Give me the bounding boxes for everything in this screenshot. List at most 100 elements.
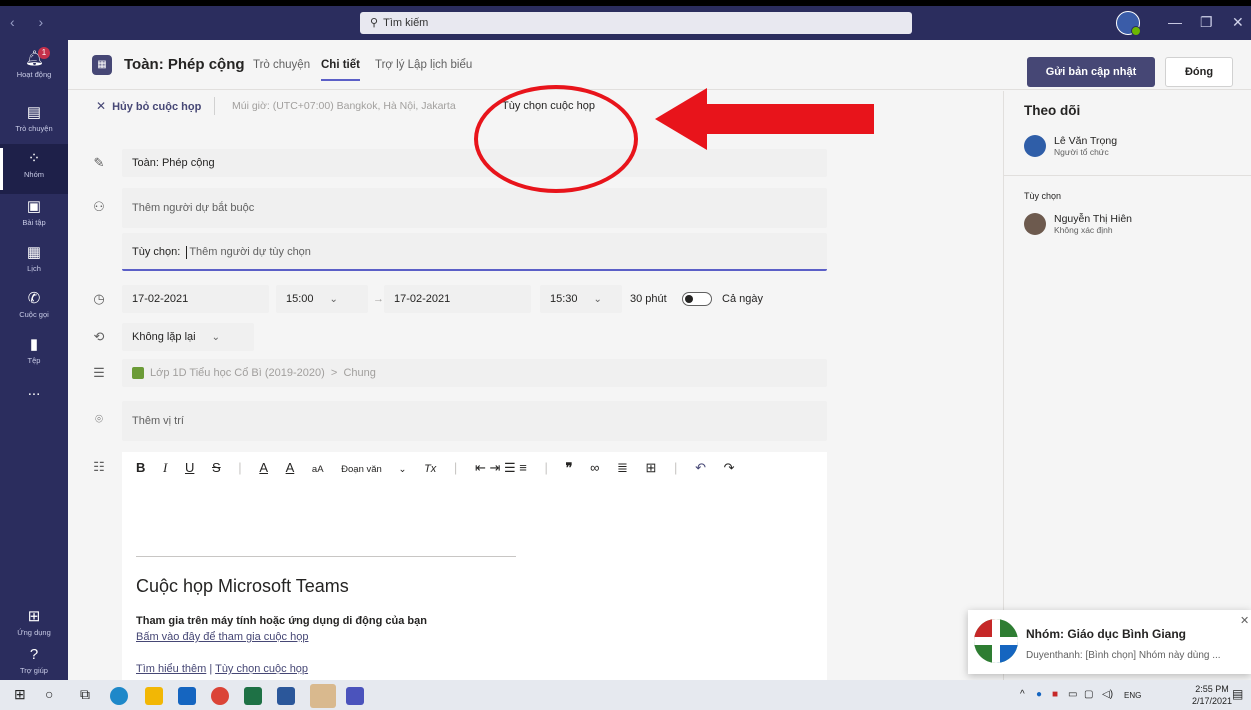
end-time-select[interactable]: 15:30 ⌄ <box>540 285 622 313</box>
word-icon[interactable] <box>277 687 295 705</box>
learn-more-link[interactable]: Tìm hiểu thêm <box>136 663 206 675</box>
text-cursor <box>186 245 188 259</box>
highlight-arrow-shaft <box>704 104 874 134</box>
activity-badge: 1 <box>38 47 50 59</box>
rail-label: Tệp <box>27 356 41 365</box>
end-time-value: 15:30 <box>550 293 578 305</box>
search-box[interactable]: ⚲ Tìm kiếm <box>360 12 912 34</box>
team-icon <box>132 367 144 380</box>
close-icon[interactable]: ✕ <box>1232 14 1244 31</box>
rail-item-calendar[interactable]: ▦ Lịch <box>0 238 68 288</box>
rail-item-chat[interactable]: ▤ Trò chuyện <box>0 98 68 148</box>
close-button[interactable]: Đóng <box>1165 57 1233 87</box>
phone-icon: ✆ <box>27 290 41 307</box>
toolbar-divider: | <box>453 460 458 475</box>
minimize-icon[interactable]: — <box>1168 14 1182 30</box>
font-size-button[interactable]: aA <box>312 464 324 475</box>
edge-icon[interactable] <box>110 687 128 705</box>
bluetooth-icon[interactable]: ● <box>1036 689 1042 700</box>
start-time-select[interactable]: 15:00 ⌄ <box>276 285 368 313</box>
send-update-button[interactable]: Gửi bản cập nhật <box>1027 57 1155 87</box>
add-person-icon: ⚇ <box>93 199 105 214</box>
table-icon[interactable]: ⊞ <box>646 460 657 476</box>
italic-button[interactable]: I <box>163 460 167 476</box>
cancel-meeting-label: Hủy bỏ cuộc họp <box>112 101 202 113</box>
task-view-icon[interactable]: ⧉ <box>80 686 90 703</box>
undo-icon[interactable]: ↶ <box>695 460 706 476</box>
arrow-right-icon: → <box>373 293 384 305</box>
rail-item-teams[interactable]: ⁘ Nhóm <box>0 144 68 194</box>
chat-icon: ▤ <box>26 104 42 121</box>
quote-icon[interactable]: ❞ <box>565 460 572 476</box>
search-icon[interactable]: ○ <box>45 686 53 702</box>
font-color-button[interactable]: A <box>286 460 295 475</box>
battery-icon[interactable]: ▭ <box>1068 689 1077 700</box>
zalo-icon[interactable] <box>310 684 336 708</box>
language-indicator[interactable]: ENG <box>1124 691 1141 700</box>
divider <box>1004 175 1251 176</box>
tracking-title: Theo dõi <box>1024 103 1081 118</box>
strikethrough-button[interactable]: S <box>212 460 221 475</box>
rail-item-activity[interactable]: 🔔︎ 1 Hoạt động <box>0 44 68 94</box>
align-icon[interactable]: ≣ <box>617 460 628 476</box>
chevron-down-icon: ⌄ <box>329 294 338 305</box>
chevron-down-icon: ⌄ <box>211 332 220 343</box>
nav-arrows[interactable]: ‹ › <box>10 14 53 30</box>
channel-separator: > <box>330 367 338 379</box>
teams-meeting-heading: Cuộc họp Microsoft Teams <box>136 576 349 596</box>
pencil-icon: ✎ <box>93 155 105 170</box>
avatar <box>1024 135 1046 157</box>
clock-icon: ◷ <box>93 291 105 306</box>
title-field[interactable]: Toàn: Phép cộng <box>122 149 827 177</box>
cancel-meeting-button[interactable]: ✕ Hủy bỏ cuộc họp <box>96 99 201 113</box>
highlight-button[interactable]: A <box>259 460 268 475</box>
redo-icon[interactable]: ↷ <box>724 460 735 476</box>
timezone-label[interactable]: Múi giờ: (UTC+07:00) Bangkok, Hà Nội, Ja… <box>232 100 456 112</box>
paragraph-select[interactable]: Đoạn văn ⌄ <box>341 464 406 475</box>
excel-icon[interactable] <box>244 687 262 705</box>
end-date-field[interactable]: 17-02-2021 <box>384 285 531 313</box>
meeting-body-editor[interactable]: B I U S | A A aA Đoạn văn ⌄ Tx | ⇤ ⇥ ☰ ≡… <box>122 452 827 680</box>
taskbar-clock[interactable]: 2:55 PM 2/17/2021 <box>1192 683 1232 707</box>
tab-details[interactable]: Chi tiết <box>321 59 360 81</box>
tray-app-icon[interactable]: ■ <box>1052 689 1058 700</box>
notification-toast[interactable]: Nhóm: Giáo dục Bình Giang Duyenthanh: [B… <box>968 610 1251 674</box>
rail-label: Nhóm <box>23 170 44 179</box>
volume-icon[interactable]: ◁) <box>1102 689 1113 700</box>
rail-item-more[interactable]: ... <box>0 376 68 426</box>
rail-item-files[interactable]: ▮ Tệp <box>0 330 68 380</box>
list-buttons[interactable]: ⇤ ⇥ ☰ ≡ <box>475 460 527 476</box>
link-icon[interactable]: ∞ <box>590 460 599 475</box>
bold-button[interactable]: B <box>136 460 145 475</box>
channel-field: Lớp 1D Tiểu học Cổ Bì (2019-2020) > Chun… <box>122 359 827 387</box>
start-date-field[interactable]: 17-02-2021 <box>122 285 269 313</box>
all-day-toggle[interactable] <box>682 292 712 306</box>
meeting-options-link[interactable]: Tùy chọn cuộc họp <box>215 663 308 675</box>
rail-item-assignments[interactable]: ▣ Bài tập <box>0 192 68 242</box>
rail-item-calls[interactable]: ✆ Cuộc gọi <box>0 284 68 334</box>
location-input[interactable]: Thêm vị trí <box>122 401 827 441</box>
tab-chat[interactable]: Trò chuyện <box>253 59 310 71</box>
tab-scheduling-assistant[interactable]: Trợ lý Lập lịch biểu <box>375 59 472 71</box>
explorer-icon[interactable] <box>145 687 163 705</box>
windows-start-icon[interactable]: ⊞ <box>14 686 26 703</box>
clear-format-button[interactable]: Tx <box>424 463 436 475</box>
help-links: Tìm hiểu thêm | Tùy chọn cuộc họp <box>136 663 308 675</box>
apps-icon: ⊞ <box>27 608 41 625</box>
maximize-icon[interactable]: ❐ <box>1200 14 1213 31</box>
notification-center-icon[interactable]: ▤ <box>1232 687 1243 701</box>
tray-chevron-icon[interactable]: ^ <box>1020 689 1025 700</box>
chrome-icon[interactable] <box>211 687 229 705</box>
join-meeting-link[interactable]: Bấm vào đây để tham gia cuộc họp <box>136 631 308 643</box>
teams-taskbar-icon[interactable] <box>346 687 364 705</box>
close-icon[interactable]: ✕ <box>1240 614 1249 627</box>
underline-button[interactable]: U <box>185 460 194 475</box>
mail-icon[interactable] <box>178 687 196 705</box>
network-icon[interactable]: ▢ <box>1084 689 1093 700</box>
optional-attendees-input[interactable]: Tùy chọn: Thêm người dự tùy chọn <box>122 233 827 271</box>
repeat-select[interactable]: Không lặp lại ⌄ <box>122 323 254 351</box>
profile-avatar[interactable] <box>1116 11 1141 36</box>
repeat-value: Không lặp lại <box>132 331 196 343</box>
format-toolbar: B I U S | A A aA Đoạn văn ⌄ Tx | ⇤ ⇥ ☰ ≡… <box>136 460 749 482</box>
required-attendees-input[interactable]: Thêm người dự bắt buộc <box>122 188 827 228</box>
